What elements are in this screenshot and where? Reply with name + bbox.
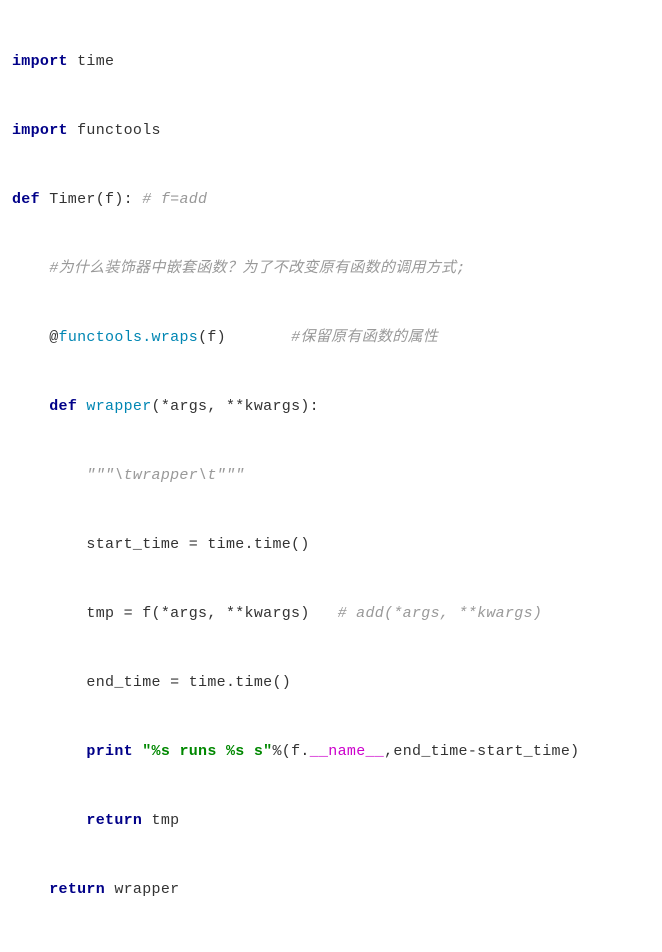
- expr: wrapper: [105, 881, 179, 898]
- expr: ,end_time-start_time): [384, 743, 579, 760]
- dunder: __name__: [310, 743, 384, 760]
- expr: tmp: [142, 812, 179, 829]
- code-line: start_time = time.time(): [12, 528, 650, 563]
- code-line: print "%s runs %s s"%(f.__name__,end_tim…: [12, 735, 650, 770]
- statement: start_time = time.time(): [86, 536, 309, 553]
- code-line: """\twrapper\t""": [12, 459, 650, 494]
- keyword: def: [49, 398, 77, 415]
- code-line: import time: [12, 45, 650, 80]
- keyword: def: [12, 191, 40, 208]
- code-line: return wrapper: [12, 873, 650, 908]
- code-line: tmp = f(*args, **kwargs) # add(*args, **…: [12, 597, 650, 632]
- function-name: wrapper: [77, 398, 151, 415]
- keyword: import: [12, 53, 68, 70]
- comment: #保留原有函数的属性: [291, 329, 438, 346]
- decorator-fn: functools.wraps: [59, 329, 199, 346]
- code-line: def Timer(f): # f=add: [12, 183, 650, 218]
- code-line: import functools: [12, 114, 650, 149]
- args: (f): [198, 329, 291, 346]
- args: (*args, **kwargs):: [152, 398, 319, 415]
- keyword: print: [86, 743, 133, 760]
- docstring: """\twrapper\t""": [86, 467, 244, 484]
- keyword: return: [49, 881, 105, 898]
- module-name: functools: [68, 122, 161, 139]
- keyword: return: [86, 812, 142, 829]
- statement: tmp = f(*args, **kwargs): [86, 605, 337, 622]
- code-line: return tmp: [12, 804, 650, 839]
- comment: # f=add: [142, 191, 207, 208]
- code-line: #为什么装饰器中嵌套函数？为了不改变原有函数的调用方式;: [12, 252, 650, 287]
- statement: end_time = time.time(): [86, 674, 291, 691]
- comment: # add(*args, **kwargs): [338, 605, 543, 622]
- code-line: def wrapper(*args, **kwargs):: [12, 390, 650, 425]
- string: "%s runs %s s": [133, 743, 273, 760]
- function-def: Timer(f):: [40, 191, 142, 208]
- code-block: import time import functools def Timer(f…: [12, 10, 650, 942]
- comment: #为什么装饰器中嵌套函数？为了不改变原有函数的调用方式;: [49, 260, 465, 277]
- expr: %(f.: [272, 743, 309, 760]
- keyword: import: [12, 122, 68, 139]
- decorator-at: @: [49, 329, 58, 346]
- code-line: @functools.wraps(f) #保留原有函数的属性: [12, 321, 650, 356]
- code-line: end_time = time.time(): [12, 666, 650, 701]
- module-name: time: [68, 53, 115, 70]
